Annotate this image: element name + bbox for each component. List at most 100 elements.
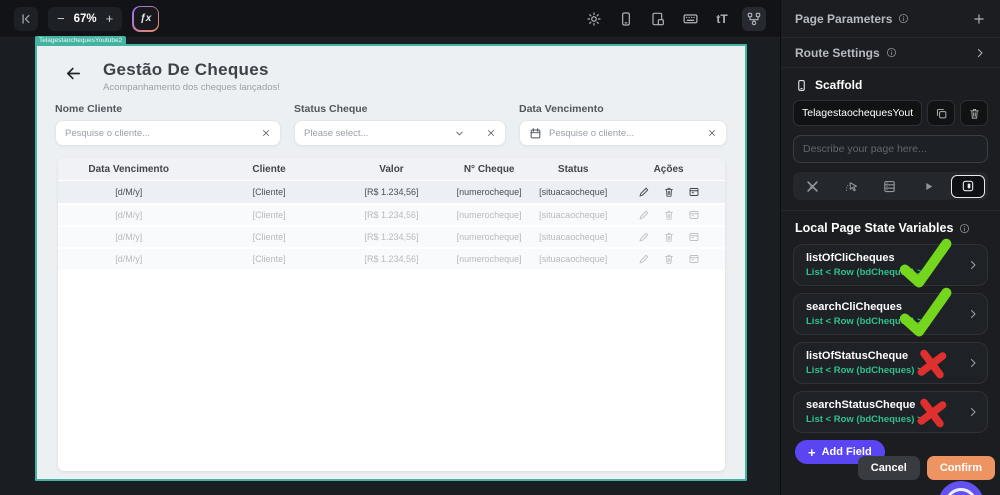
state-variable-card[interactable]: searchStatusCheque List < Row (bdCheques)… <box>793 391 988 433</box>
state-variable-card[interactable]: listOfCliCheques List < Row (bdCheques) > <box>793 244 988 286</box>
scaffold-label: Scaffold <box>815 78 863 92</box>
column-header: Data Vencimento <box>88 163 169 175</box>
table-cell: [numerocheque] <box>456 187 522 197</box>
details-icon[interactable] <box>688 186 700 198</box>
tab-play-icon[interactable] <box>909 172 948 200</box>
chevron-right-icon[interactable] <box>967 259 979 271</box>
info-icon[interactable] <box>898 13 909 24</box>
panel-footer: Cancel Confirm <box>857 456 995 480</box>
delete-icon[interactable] <box>663 253 675 265</box>
delete-icon[interactable] <box>663 231 675 243</box>
table-cell: [R$ 1.234,56] <box>364 232 419 242</box>
filter-nome-cliente: Nome Cliente Pesquise o cliente... <box>55 103 281 146</box>
page-name-input[interactable] <box>793 100 922 126</box>
brightness-toggle-icon[interactable] <box>582 7 606 31</box>
page-parameters-section: Page Parameters <box>781 0 1000 38</box>
zoom-in-button[interactable]: + <box>106 12 114 25</box>
table-cell: [R$ 1.234,56] <box>364 187 419 197</box>
row-actions <box>612 253 725 265</box>
table-cell: [Cliente] <box>252 254 286 264</box>
route-settings-section[interactable]: Route Settings <box>781 38 1000 68</box>
tablet-preview-icon[interactable] <box>646 7 670 31</box>
chevron-right-icon[interactable] <box>967 308 979 320</box>
calendar-icon <box>529 127 542 140</box>
table-cell: [R$ 1.234,56] <box>364 254 419 264</box>
edit-icon[interactable] <box>638 253 650 265</box>
variable-type: List < Row (bdCheques) > <box>806 365 923 376</box>
phone-preview-icon[interactable] <box>614 7 638 31</box>
state-variable-card[interactable]: searchCliCheques List < Row (bdCheques) > <box>793 293 988 335</box>
table-cell: [d/M/y] <box>115 254 143 264</box>
column-header: Cliente <box>252 163 286 175</box>
copy-icon[interactable] <box>927 100 955 126</box>
keyboard-toggle-icon[interactable] <box>678 7 702 31</box>
table-row[interactable]: [d/M/y] [Cliente] [R$ 1.234,56] [numerocheq… <box>58 225 725 247</box>
chevron-right-icon[interactable] <box>967 406 979 418</box>
input-placeholder: Pesquise o cliente... <box>65 127 151 139</box>
filter-data-vencimento: Data Vencimento Pesquise o cliente... <box>519 103 727 146</box>
delete-icon[interactable] <box>663 186 675 198</box>
tab-actions-cursor-icon[interactable] <box>832 172 871 200</box>
clear-icon[interactable] <box>261 128 271 138</box>
canvas-toolbar: − 67% + ƒx tT <box>0 0 780 38</box>
page-preview: Gestão De Cheques Acompanhamento dos che… <box>37 46 745 479</box>
table-cell: [Cliente] <box>252 187 286 197</box>
edit-icon[interactable] <box>638 231 650 243</box>
nome-cliente-input[interactable]: Pesquise o cliente... <box>55 120 281 146</box>
details-icon[interactable] <box>688 209 700 221</box>
add-parameter-icon[interactable] <box>972 12 986 26</box>
variable-name: listOfStatusCheque <box>806 350 909 362</box>
state-variable-card[interactable]: listOfStatusCheque List < Row (bdCheques)… <box>793 342 988 384</box>
table-cell: [R$ 1.234,56] <box>364 210 419 220</box>
edit-icon[interactable] <box>638 209 650 221</box>
confirm-button[interactable]: Confirm <box>926 456 995 480</box>
state-variables-section: Local Page State Variables listOfCliCheq… <box>781 211 1000 464</box>
column-header: Valor <box>379 163 404 175</box>
tab-design-tools-icon[interactable] <box>793 172 832 200</box>
table-row[interactable]: [d/M/y] [Cliente] [R$ 1.234,56] [numerocheq… <box>58 181 725 203</box>
canvas-area: TelagestaochequesYoutube2 Gestão De Cheq… <box>0 36 780 495</box>
table-cell: [d/M/y] <box>115 232 143 242</box>
scaffold-section: Scaffold <box>781 68 1000 211</box>
collapse-sidebar-button[interactable] <box>14 6 38 31</box>
valid-check-icon <box>898 237 955 292</box>
edit-icon[interactable] <box>638 186 650 198</box>
info-icon[interactable] <box>886 47 897 58</box>
variables-fx-button[interactable]: ƒx <box>132 5 160 32</box>
clear-icon[interactable] <box>707 128 717 138</box>
status-cheque-select[interactable]: Please select... <box>294 120 506 146</box>
state-variables-title: Local Page State Variables <box>795 221 954 235</box>
text-scale-icon[interactable]: tT <box>710 7 734 31</box>
chevron-right-icon[interactable] <box>967 357 979 369</box>
table-row[interactable]: [d/M/y] [Cliente] [R$ 1.234,56] [numerocheq… <box>58 247 725 269</box>
plus-icon: + <box>808 444 816 460</box>
trash-icon[interactable] <box>960 100 988 126</box>
table-row[interactable]: [d/M/y] [Cliente] [R$ 1.234,56] [numerocheq… <box>58 203 725 225</box>
table-cell: [Cliente] <box>252 232 286 242</box>
clear-icon[interactable] <box>486 128 496 138</box>
filter-label: Nome Cliente <box>55 103 123 115</box>
page-header: Gestão De Cheques Acompanhamento dos che… <box>37 46 745 93</box>
zoom-level: 67% <box>73 12 97 25</box>
widget-tree-icon[interactable] <box>742 6 766 31</box>
help-fab[interactable] <box>938 481 984 495</box>
tab-database-icon[interactable] <box>871 172 910 200</box>
page-subtitle: Acompanhamento dos cheques lançados! <box>103 82 280 93</box>
page-canvas[interactable]: TelagestaochequesYoutube2 Gestão De Cheq… <box>35 36 747 481</box>
page-description-input[interactable] <box>793 135 988 163</box>
cancel-button[interactable]: Cancel <box>857 456 920 480</box>
table-cell: [d/M/y] <box>115 210 143 220</box>
back-arrow-icon[interactable] <box>65 62 87 84</box>
select-placeholder: Please select... <box>304 127 369 139</box>
tab-properties-panel-icon[interactable] <box>948 172 988 200</box>
column-header: N° Cheque <box>463 163 515 175</box>
editor-workspace: − 67% + ƒx tT TelagestaochequesYoutube2 <box>0 0 780 495</box>
details-icon[interactable] <box>688 231 700 243</box>
delete-icon[interactable] <box>663 209 675 221</box>
panel-tabs <box>793 172 988 200</box>
cheques-table: Data Vencimento Cliente Valor N° Cheque … <box>58 158 725 471</box>
data-vencimento-input[interactable]: Pesquise o cliente... <box>519 120 727 146</box>
details-icon[interactable] <box>688 253 700 265</box>
info-icon[interactable] <box>959 223 970 234</box>
zoom-out-button[interactable]: − <box>57 12 65 25</box>
